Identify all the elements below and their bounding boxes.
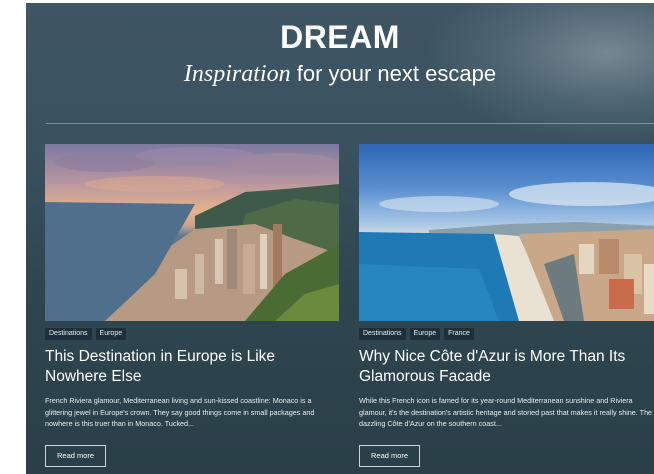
header: DREAM Inspiration for your next escape: [26, 3, 654, 123]
tag-france[interactable]: France: [444, 328, 474, 340]
divider: [46, 123, 654, 124]
monaco-image[interactable]: [45, 144, 339, 321]
article-description: While this French icon is famed for its …: [359, 396, 653, 428]
tag-destinations[interactable]: Destinations: [45, 328, 92, 340]
article-card-monaco[interactable]: Destinations Europe This Destination in …: [45, 144, 339, 467]
article-title[interactable]: This Destination in Europe is Like Nowhe…: [45, 347, 339, 387]
read-more-button[interactable]: Read more: [45, 445, 107, 467]
subtitle-text: for your next escape: [290, 61, 497, 86]
subtitle-emphasis: Inspiration: [183, 61, 291, 87]
tag-list: Destinations Europe: [45, 328, 339, 340]
article-card-nice[interactable]: Destinations Europe France Why Nice Côte…: [359, 144, 654, 467]
tag-europe[interactable]: Europe: [409, 328, 441, 340]
article-description: French Riviera glamour, Mediterranean li…: [45, 396, 315, 428]
read-more-button[interactable]: Read more: [359, 445, 421, 467]
nice-image[interactable]: [359, 144, 654, 321]
dream-inspiration-panel: DREAM Inspiration for your next escape D…: [26, 3, 654, 474]
tag-destinations[interactable]: Destinations: [359, 328, 406, 340]
tag-europe[interactable]: Europe: [95, 328, 127, 340]
tag-list: Destinations Europe France: [359, 328, 654, 340]
article-title[interactable]: Why Nice Côte d'Azur is More Than Its Gl…: [359, 347, 654, 387]
section-subtitle: Inspiration for your next escape: [26, 61, 654, 88]
section-title: DREAM: [280, 19, 400, 55]
monaco-illustration: [45, 147, 339, 321]
nice-illustration: [359, 182, 654, 321]
